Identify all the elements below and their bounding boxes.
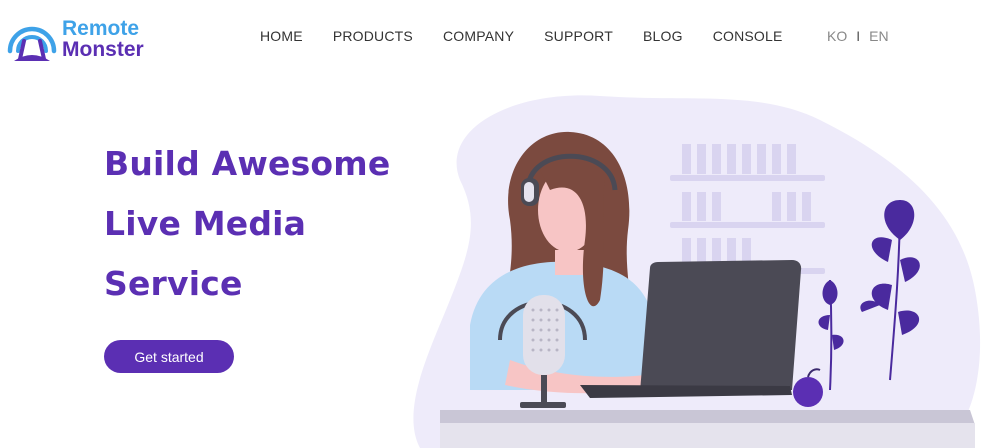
hero-title-line2: Live Media	[104, 204, 307, 243]
lang-en[interactable]: EN	[869, 28, 888, 44]
lang-separator: I	[856, 28, 861, 44]
hero-title: Build Awesome Live Media Service	[104, 134, 434, 314]
lang-ko[interactable]: KO	[827, 28, 847, 44]
nav-blog[interactable]: BLOG	[643, 28, 683, 44]
hero-title-line3: Service	[104, 264, 243, 303]
desk	[440, 410, 975, 425]
woman-with-headset-at-laptop-illustration	[413, 95, 981, 448]
brand-line2: Monster	[62, 38, 144, 61]
nav-support[interactable]: SUPPORT	[544, 28, 613, 44]
main-nav: HOME PRODUCTS COMPANY SUPPORT BLOG CONSO…	[260, 28, 813, 44]
site-header: Remote Monster HOME PRODUCTS COMPANY SUP…	[0, 0, 990, 76]
page: Remote Monster HOME PRODUCTS COMPANY SUP…	[0, 0, 990, 448]
nav-home[interactable]: HOME	[260, 28, 303, 44]
monster-antenna-icon	[7, 26, 57, 61]
brand-logo[interactable]: Remote Monster	[4, 14, 164, 64]
nav-company[interactable]: COMPANY	[443, 28, 514, 44]
language-switcher: KO I EN	[827, 28, 889, 44]
nav-console[interactable]: CONSOLE	[713, 28, 783, 44]
nav-products[interactable]: PRODUCTS	[333, 28, 413, 44]
brand-wordmark: Remote Monster	[62, 18, 144, 60]
hero-title-line1: Build Awesome	[104, 144, 391, 183]
brand-line1: Remote	[62, 17, 140, 40]
get-started-button[interactable]: Get started	[104, 340, 234, 373]
